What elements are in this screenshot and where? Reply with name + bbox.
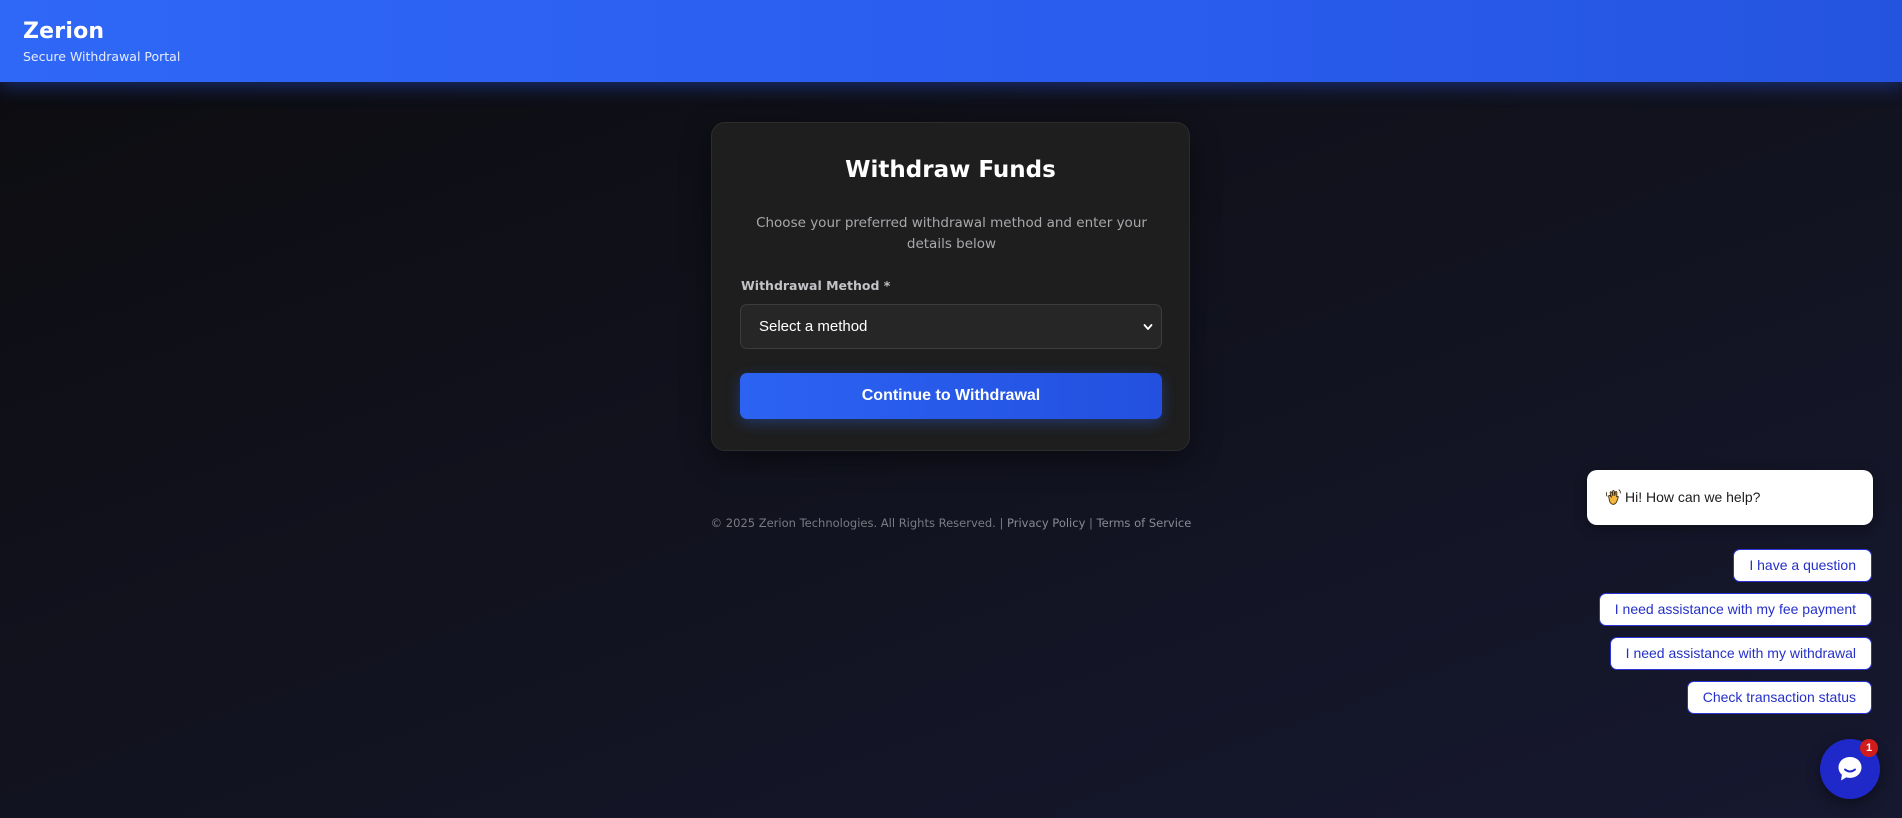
continue-withdrawal-button[interactable]: Continue to Withdrawal [740, 373, 1162, 419]
withdrawal-method-select[interactable]: Select a method [740, 304, 1162, 349]
brand-logo-text[interactable]: Zerion [23, 19, 104, 44]
copyright-text: © 2025 Zerion Technologies. All Rights R… [710, 516, 996, 530]
chat-greeting-text: Hi! How can we help? [1625, 489, 1761, 505]
quick-reply-question[interactable]: I have a question [1733, 549, 1872, 582]
page-title: Withdraw Funds [845, 157, 1056, 183]
quick-reply-fee-payment[interactable]: I need assistance with my fee payment [1598, 593, 1872, 626]
terms-of-service-link[interactable]: Terms of Service [1097, 516, 1192, 530]
quick-reply-transaction-status[interactable]: Check transaction status [1686, 681, 1872, 714]
withdrawal-method-label: Withdrawal Method * [741, 278, 891, 293]
brand-subtitle: Secure Withdrawal Portal [23, 49, 181, 64]
form-description: Choose your preferred withdrawal method … [756, 215, 1147, 252]
waving-hand-icon [1605, 489, 1621, 505]
select-value: Select a method [759, 318, 868, 335]
chat-bubble-icon [1838, 757, 1862, 781]
withdraw-card: Withdraw Funds Choose your preferred wit… [711, 122, 1190, 451]
top-header: Zerion Secure Withdrawal Portal [0, 0, 1902, 82]
privacy-policy-link[interactable]: Privacy Policy [1007, 516, 1085, 530]
chevron-down-icon [1143, 324, 1153, 330]
chat-greeting-bubble: Hi! How can we help? [1587, 470, 1873, 525]
quick-reply-withdrawal[interactable]: I need assistance with my withdrawal [1609, 637, 1872, 670]
unread-badge: 1 [1860, 739, 1878, 757]
footer-separator: | [1089, 516, 1093, 530]
footer-separator: | [999, 516, 1004, 530]
